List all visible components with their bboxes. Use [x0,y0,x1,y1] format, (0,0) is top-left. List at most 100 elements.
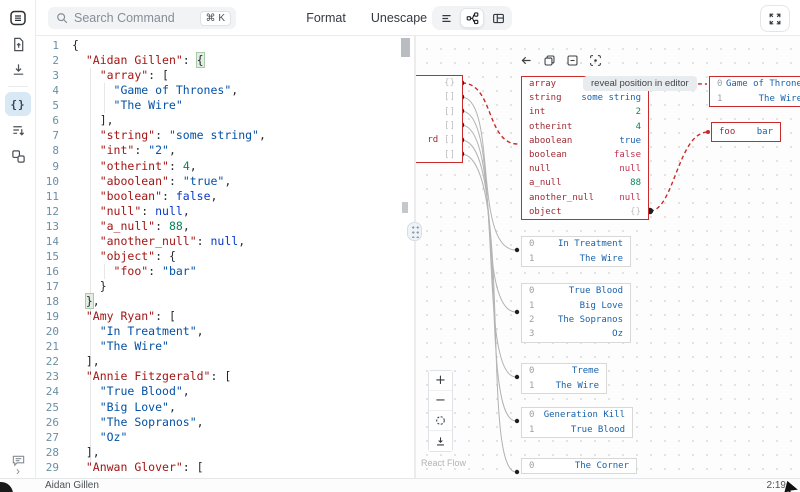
code-line[interactable]: 21 "The Wire" [36,339,414,354]
panel-divider[interactable] [414,36,416,478]
import-file-icon[interactable] [5,32,31,56]
node-row[interactable]: otherint4 [522,120,648,134]
graph-node-foo[interactable]: foobar [711,122,781,142]
code-line[interactable]: 10 "aboolean": "true", [36,174,414,189]
collapse-panel-chevron-icon[interactable]: › [5,464,31,477]
code-line[interactable]: 2 "Aidan Gillen": { [36,53,414,68]
fit-view-icon[interactable] [429,411,452,431]
code-line[interactable]: 15 "object": { [36,249,414,264]
node-row[interactable]: [] [416,90,462,104]
code-line[interactable]: 11 "boolean": false, [36,189,414,204]
node-row[interactable]: 0In Treatment [522,237,630,251]
editor-scrollbar-thumb[interactable] [401,38,410,57]
graph-canvas[interactable]: {}[][][]rd[][]arraystringsome stringint2… [416,36,800,478]
code-line[interactable]: 25 "Big Love", [36,400,414,415]
transform-icon[interactable] [5,118,31,142]
search-input[interactable]: Search Command ⌘ K [48,7,236,29]
code-line[interactable]: 19 "Amy Ryan": [ [36,309,414,324]
node-row[interactable]: 0Game of Thrones [710,77,800,91]
node-row[interactable]: 1The Wire [522,378,606,392]
code-line[interactable]: 8 "int": "2", [36,143,414,158]
duplicate-node-icon[interactable] [542,53,556,67]
graph-node-aidan[interactable]: arraystringsome stringint2otherint4abool… [521,76,649,220]
list-view-icon[interactable] [434,8,458,28]
code-line[interactable]: 9 "otherint": 4, [36,159,414,174]
node-row[interactable]: foobar [712,123,780,141]
code-line[interactable]: 26 "The Sopranos", [36,415,414,430]
code-line[interactable]: 23 "Annie Fitzgerald": [ [36,369,414,384]
node-row[interactable]: 0Generation Kill [522,408,632,422]
collapse-node-icon[interactable] [565,53,579,67]
code-line[interactable]: 20 "In Treatment", [36,324,414,339]
back-icon[interactable] [519,53,533,67]
app-window: {} › Search Command ⌘ K Format Unescape [0,0,800,492]
graph-node-annie[interactable]: 0True Blood1Big Love2The Sopranos3Oz [521,283,631,343]
code-line[interactable]: 7 "string": "some string", [36,128,414,143]
json-editor-icon[interactable]: {} [5,92,31,116]
node-row[interactable]: booleanfalse [522,148,648,162]
node-row[interactable]: a_null88 [522,176,648,190]
node-row[interactable]: 0True Blood [522,284,630,298]
node-row[interactable]: rd[] [416,133,462,147]
node-row[interactable]: another_nullnull [522,191,648,205]
logo-icon[interactable] [9,9,27,27]
code-line[interactable]: 14 "another_null": null, [36,234,414,249]
workspace-icon[interactable] [5,144,31,168]
node-row[interactable]: 1Big Love [522,298,630,312]
zoom-out-button[interactable]: − [429,391,452,411]
node-row[interactable]: 0Treme [522,364,606,378]
focus-node-icon[interactable] [588,53,602,67]
code-line[interactable]: 24 "True Blood", [36,384,414,399]
graph-node-alexander[interactable]: 0Generation Kill1True Blood [521,407,633,438]
graph-node-amy[interactable]: 0In Treatment1The Wire [521,236,631,267]
graph-node-game[interactable]: 0Game of Thrones1The Wire [709,76,800,107]
node-row[interactable]: 0The Corner [522,459,636,473]
code-line[interactable]: 16 "foo": "bar" [36,264,414,279]
zoom-in-button[interactable]: + [429,371,452,391]
node-row[interactable]: abooleantrue [522,134,648,148]
code-line[interactable]: 17 } [36,279,414,294]
code-line[interactable]: 13 "a_null": 88, [36,219,414,234]
node-row[interactable]: [] [416,105,462,119]
code-line[interactable]: 6 ], [36,113,414,128]
breadcrumb[interactable]: Aidan Gillen [45,480,99,491]
graph-node-corner[interactable]: 0The Corner [521,458,637,474]
code-line[interactable]: 29 "Anwan Glover": [ [36,460,414,475]
unescape-button[interactable]: Unescape [364,0,434,36]
table-view-icon[interactable] [486,8,510,28]
node-row[interactable]: nullnull [522,162,648,176]
node-row[interactable]: [] [416,119,462,133]
code-line[interactable]: 4 "Game of Thrones", [36,83,414,98]
line-number: 24 [36,384,72,399]
code-line[interactable]: 18 }, [36,294,414,309]
node-row[interactable]: object{} [522,205,648,219]
download-image-icon[interactable] [429,431,452,451]
code-line[interactable]: 1{ [36,38,414,53]
code-line[interactable]: 5 "The Wire" [36,98,414,113]
sidebar: {} › [0,0,36,478]
line-number: 22 [36,354,72,369]
node-row[interactable]: int2 [522,105,648,119]
graph-node-anwan[interactable]: 0Treme1The Wire [521,363,607,394]
graph-node-root[interactable]: {}[][][]rd[][] [416,75,463,163]
panel-resize-handle[interactable] [407,222,422,241]
code-line[interactable]: 12 "null": null, [36,204,414,219]
code-text: ], [72,354,100,369]
node-row[interactable]: 1True Blood [522,422,632,436]
download-icon[interactable] [5,57,31,81]
graph-view-icon[interactable] [460,8,484,28]
node-row[interactable]: 1The Wire [710,91,800,105]
code-line[interactable]: 3 "array": [ [36,68,414,83]
node-row[interactable]: 1The Wire [522,251,630,265]
code-line[interactable]: 22 ], [36,354,414,369]
format-button[interactable]: Format [296,0,356,36]
node-row[interactable]: [] [416,148,462,162]
node-row[interactable]: stringsome string [522,91,648,105]
code-line[interactable]: 28 ], [36,445,414,460]
node-row[interactable]: {} [416,76,462,90]
node-row[interactable]: 3Oz [522,327,630,341]
node-row[interactable]: 2The Sopranos [522,313,630,327]
code-line[interactable]: 27 "Oz" [36,430,414,445]
json-editor[interactable]: 1{2 "Aidan Gillen": {3 "array": [4 "Game… [36,36,414,478]
fullscreen-icon[interactable] [760,5,790,32]
